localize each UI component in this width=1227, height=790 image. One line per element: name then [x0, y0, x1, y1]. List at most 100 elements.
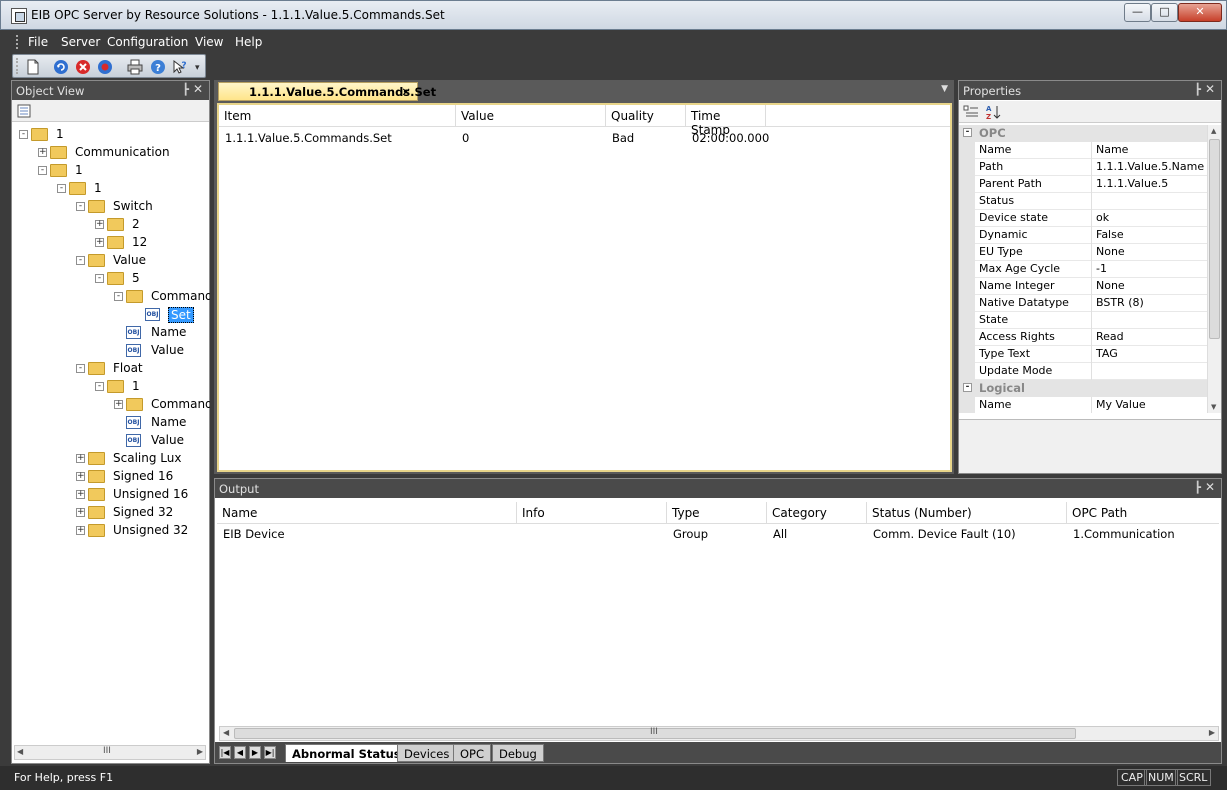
- pin-icon[interactable]: ┣: [182, 83, 189, 96]
- column-header-category[interactable]: Category: [767, 502, 867, 524]
- pin-icon[interactable]: ┣: [1194, 83, 1201, 96]
- expand-icon[interactable]: +: [76, 526, 85, 535]
- menu-configuration[interactable]: Configuration: [107, 35, 188, 49]
- property-value[interactable]: [1091, 193, 1207, 210]
- collapse-icon[interactable]: -: [57, 184, 66, 193]
- collapse-icon[interactable]: -: [114, 292, 123, 301]
- new-document-icon[interactable]: [25, 59, 41, 75]
- document-tab[interactable]: 1.1.1.Value.5.Commands.Set ✕: [218, 82, 436, 101]
- last-tab-icon[interactable]: ▶|: [264, 746, 276, 759]
- tab-debug[interactable]: Debug: [492, 744, 544, 762]
- tab-devices[interactable]: Devices: [397, 744, 457, 762]
- property-value[interactable]: ok: [1091, 210, 1207, 227]
- column-header-type[interactable]: Type: [667, 502, 767, 524]
- tab-opc[interactable]: OPC: [453, 744, 492, 762]
- property-row[interactable]: Max Age Cycle -1: [959, 261, 1207, 278]
- expand-icon[interactable]: +: [95, 238, 104, 247]
- close-icon[interactable]: ✕: [1205, 82, 1215, 96]
- table-row[interactable]: 1.1.1.Value.5.Commands.Set 0 Bad 02:00:0…: [219, 128, 950, 146]
- property-value[interactable]: 1.1.1.Value.5: [1091, 176, 1207, 193]
- expand-icon[interactable]: +: [76, 490, 85, 499]
- property-row[interactable]: Dynamic False: [959, 227, 1207, 244]
- minimize-button[interactable]: —: [1124, 3, 1151, 22]
- property-row[interactable]: Parent Path 1.1.1.Value.5: [959, 176, 1207, 193]
- property-value[interactable]: [1091, 363, 1207, 380]
- property-row[interactable]: Access Rights Read: [959, 329, 1207, 346]
- column-header-value[interactable]: Value: [456, 105, 606, 127]
- menu-file[interactable]: File: [28, 35, 48, 49]
- tab-close-icon[interactable]: ✕: [401, 85, 411, 99]
- property-row[interactable]: Name Name: [959, 142, 1207, 159]
- column-header-name[interactable]: Name: [217, 502, 517, 524]
- tab-list-dropdown-icon[interactable]: ▼: [941, 84, 948, 94]
- expand-icon[interactable]: +: [114, 400, 123, 409]
- object-tree[interactable]: -1 + Communication -1-1- Switch +2 +12- Value -5…: [13, 124, 210, 746]
- expand-icon[interactable]: +: [38, 148, 47, 157]
- previous-tab-icon[interactable]: ◀: [234, 746, 246, 759]
- column-header-time-stamp[interactable]: Time Stamp: [686, 105, 766, 137]
- property-value[interactable]: Name: [1091, 142, 1207, 159]
- tree-horizontal-scrollbar[interactable]: ◀ III ▶: [14, 745, 206, 760]
- maximize-button[interactable]: □: [1151, 3, 1178, 22]
- property-row[interactable]: Type Text TAG: [959, 346, 1207, 363]
- property-value[interactable]: [1091, 312, 1207, 329]
- menu-view[interactable]: View: [195, 35, 223, 49]
- collapse-icon[interactable]: -: [76, 256, 85, 265]
- property-row[interactable]: Name Integer None: [959, 278, 1207, 295]
- app-icon[interactable]: [11, 8, 27, 24]
- property-row[interactable]: State: [959, 312, 1207, 329]
- close-button[interactable]: ✕: [1178, 3, 1222, 22]
- property-row[interactable]: Update Mode: [959, 363, 1207, 380]
- column-header-info[interactable]: Info: [517, 502, 667, 524]
- collapse-icon[interactable]: -: [38, 166, 47, 175]
- table-row[interactable]: EIB Device Group All Comm. Device Fault …: [217, 525, 1219, 543]
- property-value[interactable]: None: [1091, 244, 1207, 261]
- output-horizontal-scrollbar[interactable]: ◀ III ▶: [219, 726, 1219, 741]
- help-icon[interactable]: ?: [150, 59, 166, 75]
- expand-icon[interactable]: +: [95, 220, 104, 229]
- sort-alphabetical-icon[interactable]: AZ: [985, 104, 1001, 120]
- refresh-icon[interactable]: [53, 59, 69, 75]
- disconnect-icon[interactable]: [97, 59, 113, 75]
- toolbar-overflow-icon[interactable]: ▾: [195, 63, 200, 73]
- property-value[interactable]: My Value: [1091, 397, 1207, 413]
- expand-icon[interactable]: +: [76, 508, 85, 517]
- collapse-icon[interactable]: -: [19, 130, 28, 139]
- property-row[interactable]: Status: [959, 193, 1207, 210]
- stop-icon[interactable]: [75, 59, 91, 75]
- close-icon[interactable]: ✕: [193, 82, 203, 96]
- property-row[interactable]: Path 1.1.1.Value.5.Name: [959, 159, 1207, 176]
- categorized-icon[interactable]: [963, 104, 979, 120]
- whats-this-icon[interactable]: ?: [172, 59, 188, 75]
- properties-page-icon[interactable]: [16, 103, 32, 119]
- first-tab-icon[interactable]: |◀: [219, 746, 231, 759]
- property-value[interactable]: Read: [1091, 329, 1207, 346]
- column-header-quality[interactable]: Quality: [606, 105, 686, 127]
- collapse-icon[interactable]: -: [76, 364, 85, 373]
- collapse-icon[interactable]: -: [95, 382, 104, 391]
- property-value[interactable]: -1: [1091, 261, 1207, 278]
- property-category[interactable]: - Logical: [959, 380, 1207, 397]
- collapse-icon[interactable]: -: [95, 274, 104, 283]
- column-header-status-number[interactable]: Status (Number): [867, 502, 1067, 524]
- property-category[interactable]: - OPC: [959, 125, 1207, 142]
- property-value[interactable]: TAG: [1091, 346, 1207, 363]
- properties-vertical-scrollbar[interactable]: ▲ ▼: [1207, 125, 1221, 413]
- pin-icon[interactable]: ┣: [1194, 481, 1201, 494]
- menu-help[interactable]: Help: [235, 35, 262, 49]
- property-row[interactable]: Device state ok: [959, 210, 1207, 227]
- menu-server[interactable]: Server: [61, 35, 100, 49]
- property-value[interactable]: 1.1.1.Value.5.Name: [1091, 159, 1207, 176]
- column-header-opc-path[interactable]: OPC Path: [1067, 502, 1219, 524]
- property-value[interactable]: False: [1091, 227, 1207, 244]
- next-tab-icon[interactable]: ▶: [249, 746, 261, 759]
- expand-icon[interactable]: +: [76, 454, 85, 463]
- collapse-icon[interactable]: -: [76, 202, 85, 211]
- print-icon[interactable]: [127, 59, 143, 75]
- property-value[interactable]: BSTR (8): [1091, 295, 1207, 312]
- property-row[interactable]: Name My Value: [959, 397, 1207, 413]
- collapse-icon[interactable]: -: [963, 383, 972, 392]
- property-value[interactable]: None: [1091, 278, 1207, 295]
- column-header-item[interactable]: Item: [219, 105, 456, 127]
- expand-icon[interactable]: +: [76, 472, 85, 481]
